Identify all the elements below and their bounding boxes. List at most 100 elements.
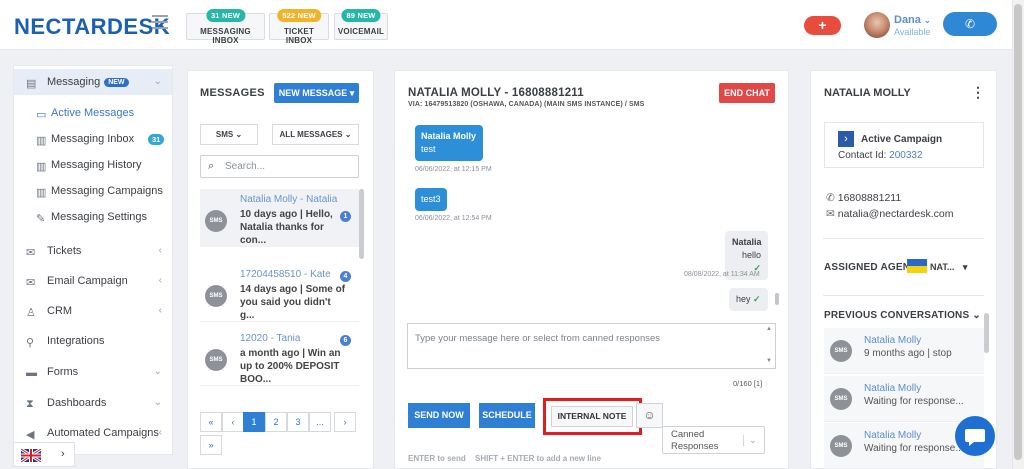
- search-input[interactable]: ⌕ Search...: [200, 155, 359, 178]
- sidebar-item-messaging-campaigns[interactable]: ▥ Messaging Campaigns: [14, 178, 172, 204]
- sidebar-item-crm[interactable]: ♙ CRM ‹: [14, 298, 172, 324]
- message-text: test: [421, 144, 436, 154]
- character-count: 0/160 [1]: [733, 379, 763, 388]
- conversation-item[interactable]: SMS 12020 - Tania a month ago | Win an u…: [200, 328, 359, 386]
- contact-email[interactable]: ✉ natalia@nectardesk.com: [826, 208, 953, 220]
- sidebar-item-tickets[interactable]: ✉ Tickets ‹: [14, 238, 172, 264]
- voicemail-label: VOICEMAIL: [337, 27, 385, 36]
- schedule-button[interactable]: SCHEDULE: [479, 403, 535, 428]
- chevron-left-icon: ‹: [158, 245, 162, 256]
- page-scrollbar-thumb[interactable]: [1014, 4, 1022, 460]
- conversation-preview: 14 days ago | Some of you said you didn'…: [240, 284, 346, 321]
- sms-icon: SMS: [830, 435, 852, 457]
- new-message-label: NEW MESSAGE: [278, 88, 348, 98]
- unread-count-badge: 6: [340, 335, 351, 346]
- contact-id-link[interactable]: 200332: [889, 150, 922, 161]
- newline-hint: SHIFT + ENTER to add a new line: [475, 454, 602, 463]
- incoming-message: Natalia Molly test: [415, 125, 483, 161]
- user-name-dropdown[interactable]: Dana ⌄: [894, 14, 931, 26]
- chat-bubble-icon: [965, 429, 985, 446]
- conversation-item[interactable]: SMS 17204458510 - Kate 14 days ago | Som…: [200, 264, 359, 322]
- sidebar-item-label: Active Messages: [51, 107, 135, 119]
- voicemail-button[interactable]: 89 NEW VOICEMAIL: [334, 9, 388, 40]
- sidebar-item-label: Messaging History: [51, 159, 142, 171]
- channel-filter-dropdown[interactable]: SMS ⌄: [200, 124, 258, 145]
- conversation-item[interactable]: SMS Natalia Molly - Natalia 10 days ago …: [200, 189, 359, 247]
- pagination-page-3[interactable]: 3: [287, 412, 309, 432]
- more-options-icon[interactable]: ⋮: [971, 84, 985, 101]
- message-sender: Natalia Molly: [421, 131, 477, 141]
- sidebar-item-integrations[interactable]: ⚲ Integrations: [14, 328, 172, 354]
- canned-responses-select[interactable]: Canned Responses ⌄: [662, 426, 765, 454]
- pagination-next[interactable]: ›: [334, 412, 356, 432]
- check-icon: ✓: [753, 294, 761, 304]
- sidebar-item-messaging-settings[interactable]: ✎ Messaging Settings: [14, 204, 172, 230]
- ticket-inbox-button[interactable]: 522 NEW TICKET INBOX: [269, 9, 329, 45]
- sidebar-item-label: Email Campaign: [47, 275, 128, 287]
- send-now-button[interactable]: SEND NOW: [408, 403, 470, 428]
- sidebar-item-messaging[interactable]: ▤ Messaging NEW ⌄: [14, 69, 172, 95]
- sidebar: ▤ Messaging NEW ⌄ ▭ Active Messages ▥ Mes…: [13, 65, 173, 455]
- sidebar-item-label: Tickets: [47, 245, 82, 257]
- new-badge: NEW: [104, 78, 129, 87]
- chat-icon: ▤: [26, 78, 37, 90]
- sms-icon: SMS: [205, 349, 227, 371]
- sidebar-item-email-campaign[interactable]: ✉ Email Campaign ‹: [14, 268, 172, 294]
- history-icon: ▥: [36, 161, 47, 173]
- sidebar-item-active-messages[interactable]: ▭ Active Messages: [14, 100, 172, 126]
- wrench-icon: ✎: [36, 213, 46, 225]
- contact-email-value: natalia@nectardesk.com: [837, 208, 954, 220]
- chevron-down-icon: ⌄: [153, 366, 162, 377]
- pagination-page-2[interactable]: 2: [265, 412, 287, 432]
- previous-conversations-scrollbar[interactable]: [984, 313, 989, 353]
- send-hint: ENTER to send: [408, 454, 466, 463]
- live-chat-button[interactable]: [955, 416, 995, 456]
- message-filter-dropdown[interactable]: ALL MESSAGES ⌄: [272, 124, 359, 145]
- new-message-button[interactable]: NEW MESSAGE ▾: [274, 83, 359, 103]
- channel-filter-value: SMS: [215, 130, 234, 139]
- message-input[interactable]: Type your message here or select from ca…: [407, 323, 776, 369]
- inbox-icon: ▥: [36, 135, 47, 147]
- sidebar-item-label: Forms: [47, 366, 79, 378]
- assigned-agent-select[interactable]: NAT... ▾: [930, 262, 967, 273]
- phone-icon: ✆: [964, 17, 976, 31]
- emoji-button[interactable]: ☺: [636, 403, 663, 428]
- voicemail-badge: 89 NEW: [341, 9, 381, 22]
- chat-via-line: VIA: 16479513820 (OSHAWA, CANADA) (MAIN …: [408, 101, 645, 108]
- conversation-title: 17204458510 - Kate: [240, 269, 331, 280]
- caret-down-icon: ▾: [962, 262, 968, 272]
- previous-conversation-item[interactable]: SMS Natalia Molly 9 months ago | stop: [824, 328, 984, 374]
- sms-icon: SMS: [830, 388, 852, 410]
- chevron-down-icon[interactable]: ⌄: [972, 310, 981, 321]
- sidebar-item-dashboards[interactable]: ⧗ Dashboards ⌄: [14, 390, 172, 416]
- nectardesk-logo[interactable]: NECTARDESK: [14, 14, 170, 40]
- internal-note-button[interactable]: INTERNAL NOTE: [551, 406, 633, 427]
- assigned-agent-label: ASSIGNED AGEN: [824, 262, 911, 273]
- message-sender: Natalia: [732, 237, 762, 247]
- create-new-button[interactable]: +: [804, 16, 841, 35]
- internal-note-highlight: INTERNAL NOTE: [543, 398, 642, 435]
- pagination-ellipsis[interactable]: ...: [309, 412, 331, 432]
- conversation-title: Natalia Molly - Natalia: [240, 194, 338, 205]
- messaging-inbox-button[interactable]: 31 NEW MESSAGING INBOX: [186, 9, 265, 45]
- sidebar-item-label: CRM: [47, 305, 73, 317]
- pagination-page-1[interactable]: 1: [243, 412, 265, 432]
- plug-icon: ⚲: [26, 337, 35, 349]
- previous-conversation-name: Natalia Molly: [864, 383, 922, 394]
- pagination-prev[interactable]: ‹: [222, 412, 244, 432]
- sidebar-item-messaging-history[interactable]: ▥ Messaging History: [14, 152, 172, 178]
- divider: [823, 295, 984, 296]
- conversation-list-scrollbar[interactable]: [359, 189, 364, 259]
- contact-phone[interactable]: ✆ 16808881211: [826, 192, 901, 204]
- chat-scrollbar[interactable]: [775, 293, 779, 305]
- pagination-first[interactable]: «: [200, 412, 222, 432]
- sidebar-item-forms[interactable]: ▬ Forms ⌄: [14, 359, 172, 385]
- language-selector[interactable]: ›: [13, 442, 75, 467]
- pagination-last[interactable]: »: [200, 435, 222, 455]
- phone-button[interactable]: ✆: [943, 12, 997, 36]
- end-chat-button[interactable]: END CHAT: [719, 83, 775, 103]
- hamburger-menu-icon[interactable]: [152, 15, 168, 29]
- user-avatar[interactable]: [864, 12, 890, 38]
- sidebar-item-messaging-inbox[interactable]: ▥ Messaging Inbox 31: [14, 126, 172, 152]
- conversation-preview: a month ago | Win an up to 200% DEPOSIT …: [240, 348, 341, 385]
